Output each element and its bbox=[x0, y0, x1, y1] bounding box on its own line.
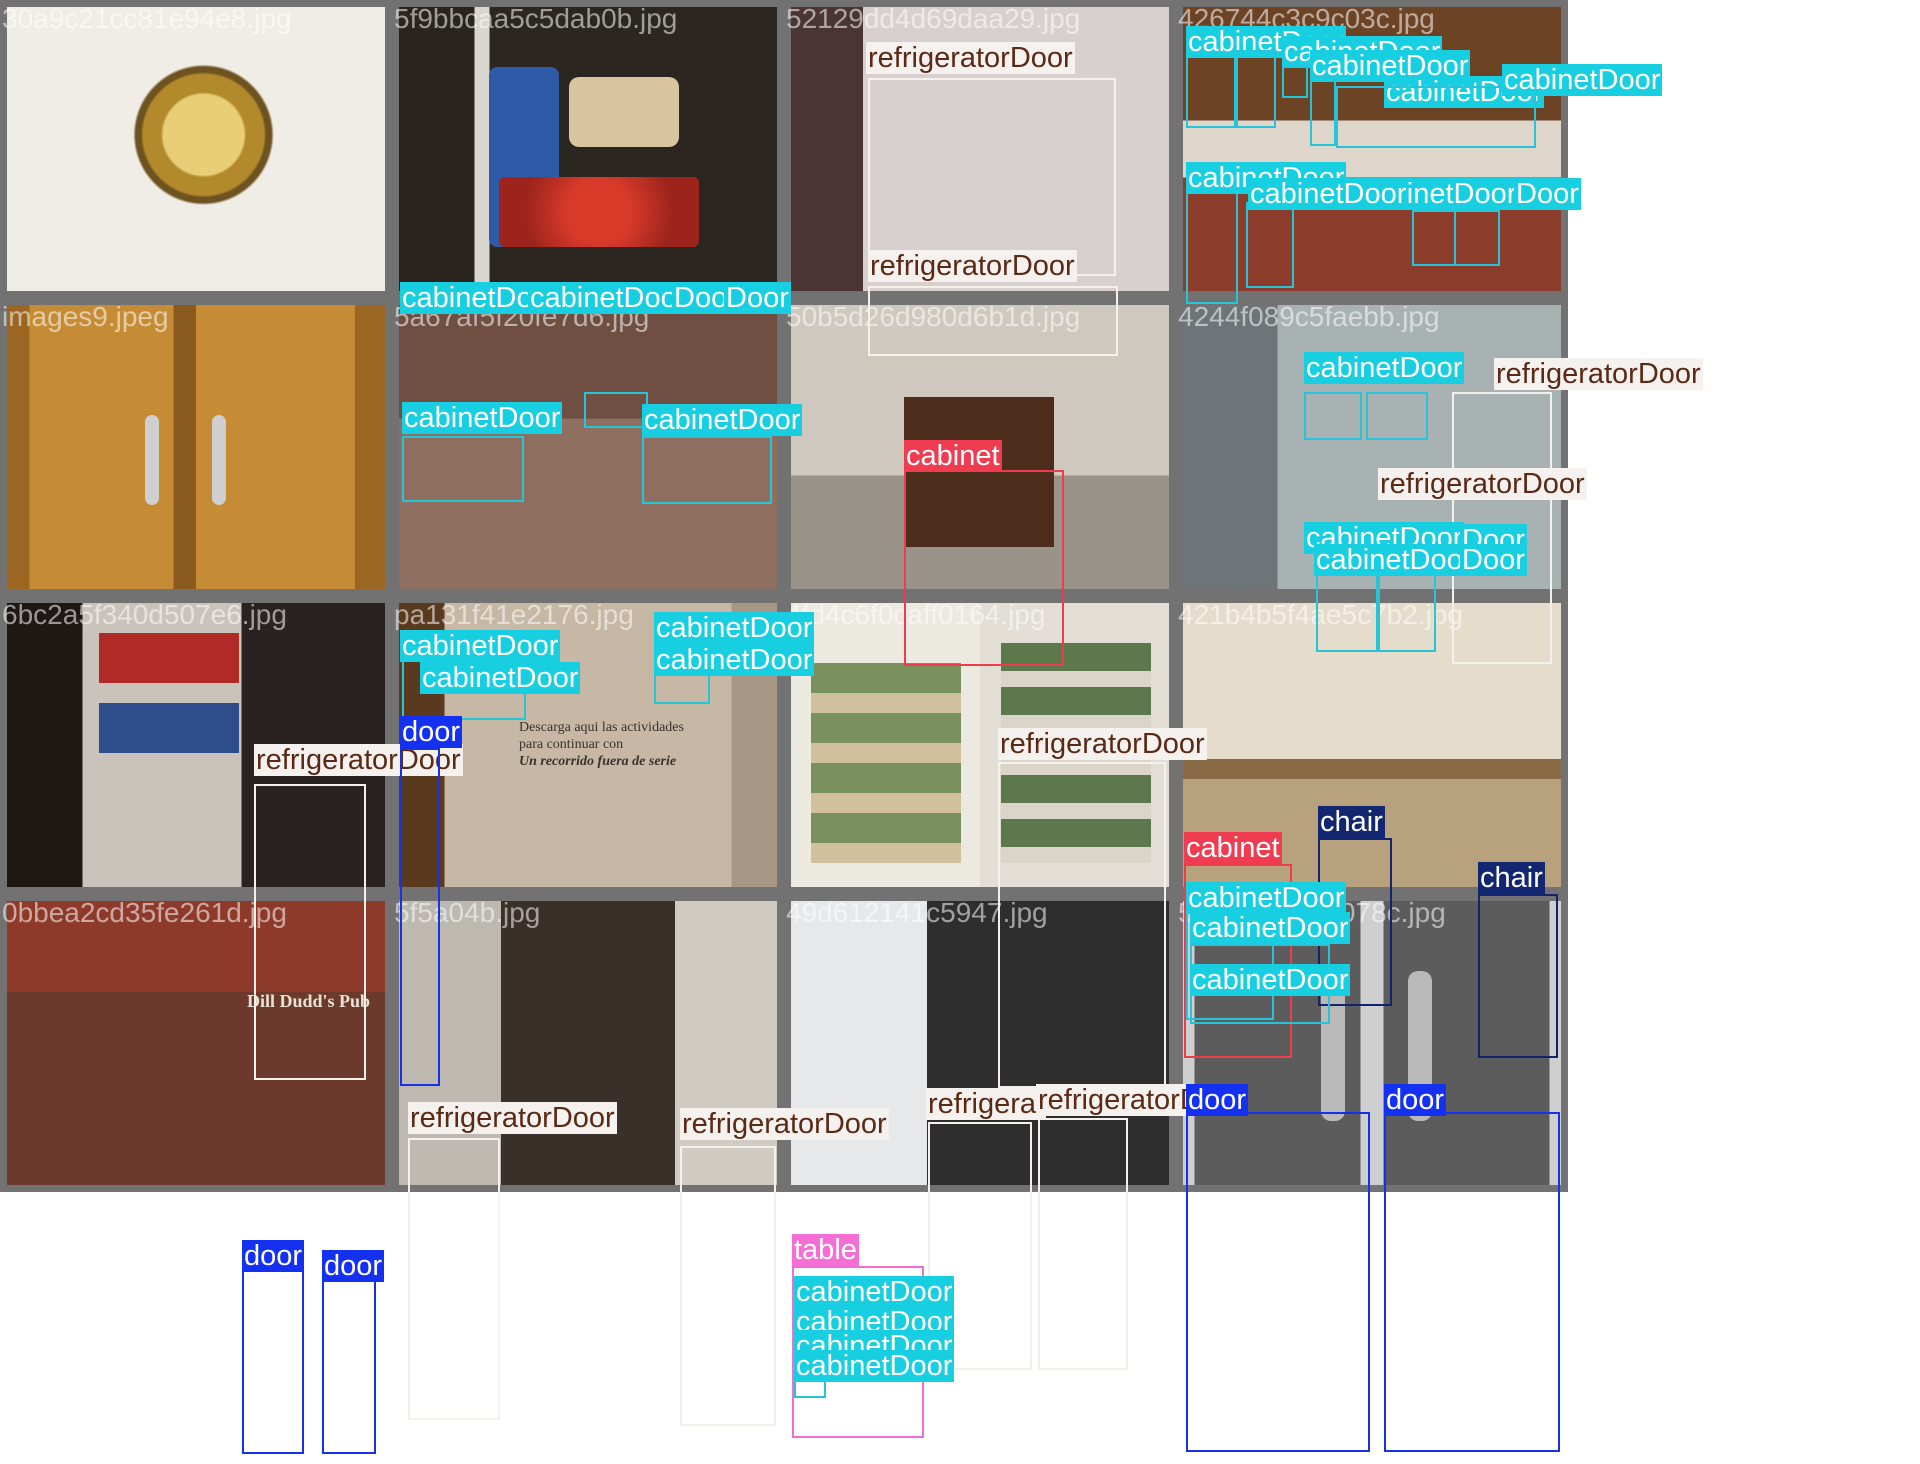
detection-label: cabinetDoor bbox=[1304, 352, 1465, 384]
detection-box bbox=[1186, 1112, 1370, 1452]
detection-label: refrigeratorDoor bbox=[408, 1102, 617, 1134]
detection-box bbox=[408, 1138, 500, 1420]
detection-box bbox=[322, 1280, 376, 1454]
detection-box bbox=[1478, 894, 1558, 1058]
detection-box bbox=[1282, 66, 1308, 98]
tile-filename: images9.jpeg bbox=[2, 301, 169, 332]
detection-label: cabinetDoor bbox=[420, 662, 581, 694]
detection-box bbox=[642, 436, 772, 504]
detection-box bbox=[1246, 202, 1294, 288]
egg-carton-shape bbox=[569, 77, 679, 147]
cans-shape bbox=[99, 703, 239, 753]
detection-label: cabinetDoor bbox=[402, 402, 563, 434]
detection-label: cabinetDoor bbox=[794, 1276, 955, 1308]
detection-label: cabinetDoor bbox=[1190, 912, 1351, 944]
tile-filename: 30a9c21cc81e94e8.jpg bbox=[2, 3, 292, 34]
detection-label: Door bbox=[1514, 178, 1581, 210]
detection-label: door bbox=[400, 716, 463, 748]
detection-box bbox=[1310, 76, 1336, 146]
detection-box bbox=[1316, 572, 1378, 652]
tile-photo bbox=[399, 7, 777, 291]
detection-box bbox=[1236, 50, 1276, 128]
detection-label: cabinetDoor bbox=[1248, 178, 1409, 210]
detection-label: cabinetDoor bbox=[1314, 544, 1475, 576]
detection-label: refrigeratorDoor bbox=[1378, 468, 1587, 500]
detection-box bbox=[1304, 392, 1362, 440]
detection-label: door bbox=[322, 1250, 385, 1282]
tile-filename: 6bc2a5f340d507e6.jpg bbox=[2, 599, 287, 630]
detection-label: cabinetDoor bbox=[654, 644, 815, 676]
detection-label: cabinetDoor bbox=[1190, 964, 1351, 996]
detection-box bbox=[904, 470, 1064, 666]
tile-filename: 52129dd4d69daa29.jpg bbox=[786, 3, 1081, 34]
tile-photo bbox=[7, 7, 385, 291]
detection-box bbox=[680, 1146, 776, 1426]
detection-box bbox=[1186, 192, 1238, 304]
detection-label: door bbox=[1186, 1084, 1249, 1116]
tile-filename: pa131f41e2176.jpg bbox=[394, 599, 634, 630]
wall-text-line: Un recorrido fuera de serie bbox=[519, 754, 677, 769]
detection-label: Door bbox=[1460, 544, 1527, 576]
detection-box bbox=[254, 784, 366, 1080]
strawberries-shape bbox=[499, 177, 699, 247]
detection-label: refrigeratorDoor bbox=[680, 1108, 889, 1140]
detection-label: door bbox=[1384, 1084, 1447, 1116]
tile-filename: 4244f089c5faebb.jpg bbox=[1178, 301, 1440, 332]
detection-label: refrigeratorDoor bbox=[1494, 358, 1703, 390]
detection-label: door bbox=[242, 1240, 305, 1272]
detection-label: chair bbox=[1478, 862, 1545, 894]
detection-label: cabinetDoor bbox=[528, 282, 689, 314]
tile-filename: 0bbea2cd35fe261d.jpg bbox=[2, 897, 287, 928]
detection-label: cabinetDoor bbox=[1502, 64, 1663, 96]
detection-box bbox=[584, 392, 648, 428]
detection-box bbox=[1454, 210, 1500, 266]
detection-box bbox=[1186, 50, 1236, 128]
detection-label: refrigeratorDoor bbox=[866, 42, 1075, 74]
detection-mosaic: 30a9c21cc81e94e8.jpg 5f9bbcaa5c5dab0b.jp… bbox=[0, 0, 1920, 1464]
detection-label: chair bbox=[1318, 806, 1385, 838]
detection-label: cabinetDoor bbox=[400, 630, 561, 662]
detection-label: refrigerat bbox=[926, 1088, 1047, 1120]
shelves-shape bbox=[811, 663, 961, 863]
detection-label: refrigeratorDoor bbox=[868, 250, 1077, 282]
detection-label: cabinetDoor bbox=[654, 612, 815, 644]
detection-label: cabinetDoor bbox=[1186, 882, 1347, 914]
detection-box bbox=[1412, 210, 1456, 266]
handle-shape bbox=[145, 415, 159, 505]
detection-label: cabinet bbox=[1184, 832, 1282, 864]
detection-box bbox=[1366, 392, 1428, 440]
detection-label: cabinetDoor bbox=[794, 1350, 955, 1382]
cans-shape bbox=[99, 633, 239, 683]
tile: 5f9bbcaa5c5dab0b.jpg bbox=[392, 0, 784, 298]
detection-box bbox=[868, 286, 1118, 356]
detection-box bbox=[1384, 1112, 1560, 1452]
detection-label: Door bbox=[724, 282, 791, 314]
detection-label: table bbox=[792, 1234, 859, 1266]
detection-box bbox=[402, 436, 524, 502]
detection-box bbox=[868, 78, 1116, 276]
detection-label: cabinetDoor bbox=[642, 404, 803, 436]
tile-filename: 5f9bbcaa5c5dab0b.jpg bbox=[394, 3, 678, 34]
detection-box bbox=[998, 762, 1166, 1088]
detection-box bbox=[242, 1268, 304, 1454]
tile: 30a9c21cc81e94e8.jpg bbox=[0, 0, 392, 298]
handle-shape bbox=[212, 415, 226, 505]
wall-text-line: Descarga aqui las actividades bbox=[519, 720, 684, 735]
tile: images9.jpeg bbox=[0, 298, 392, 596]
detection-box bbox=[1038, 1118, 1128, 1370]
detection-box bbox=[400, 748, 440, 1086]
detection-box bbox=[1378, 572, 1436, 652]
detection-label: cabinet bbox=[904, 440, 1002, 472]
detection-label: refrigeratorD bbox=[1036, 1084, 1203, 1116]
wall-text-line: para continuar con bbox=[519, 737, 624, 752]
tile-photo bbox=[7, 305, 385, 589]
detection-label: refrigeratorDoor bbox=[998, 728, 1207, 760]
